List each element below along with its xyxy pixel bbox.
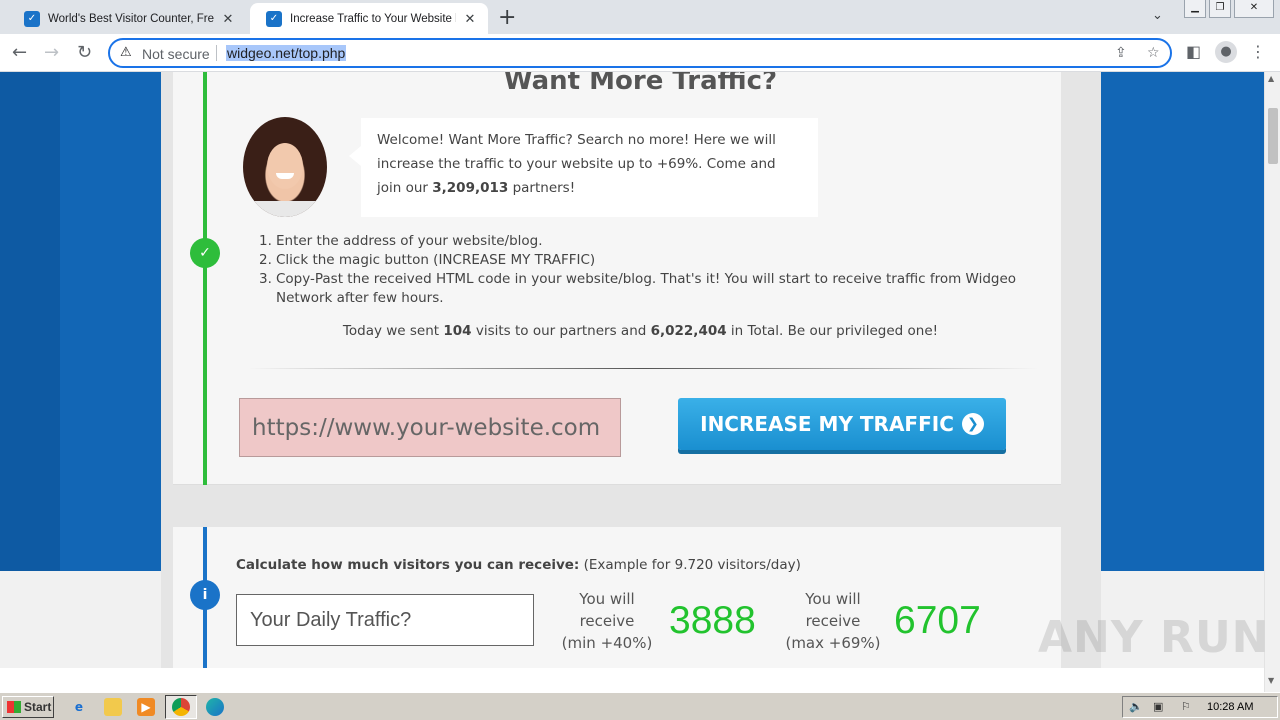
increase-traffic-label: INCREASE MY TRAFFIC bbox=[700, 412, 954, 436]
calculator-example: (Example for 9.720 visitors/day) bbox=[579, 557, 801, 573]
step-number: 3. bbox=[259, 271, 272, 287]
tab-search-chevron-icon[interactable]: ⌄ bbox=[1152, 8, 1163, 23]
page-bottom-strip bbox=[0, 668, 1264, 692]
calculator-heading: Calculate how much visitors you can rece… bbox=[236, 557, 580, 573]
back-arrow-icon[interactable]: ← bbox=[12, 42, 27, 63]
address-bar[interactable]: ⚠ Not secure widgeo.net/top.php ⇪ ☆ bbox=[108, 38, 1172, 68]
calculator-card: i Calculate how much visitors you can re… bbox=[173, 527, 1061, 668]
url-text[interactable]: widgeo.net/top.php bbox=[226, 45, 347, 61]
daily-traffic-input[interactable] bbox=[236, 594, 534, 646]
start-button[interactable]: Start bbox=[2, 696, 54, 718]
tab-title: Increase Traffic to Your Website by bbox=[290, 12, 456, 25]
list-item: 3. Copy-Past the received HTML code in y… bbox=[259, 270, 1029, 308]
info-icon: i bbox=[190, 580, 220, 610]
taskbar: Start e ▶ 🔈 ▣ ⚐ 10:28 AM bbox=[0, 692, 1280, 720]
new-tab-button[interactable]: + bbox=[498, 5, 516, 30]
not-secure-label[interactable]: Not secure bbox=[142, 46, 210, 62]
stats-middle: visits to our partners and bbox=[471, 323, 651, 339]
max-visitors-value: 6707 bbox=[894, 599, 981, 642]
scroll-down-icon[interactable]: ▼ bbox=[1268, 676, 1274, 685]
min-visitors-value: 3888 bbox=[669, 599, 756, 642]
max-label-line: receive bbox=[805, 612, 861, 630]
step-text: Copy-Past the received HTML code in your… bbox=[276, 271, 1017, 306]
stats-prefix: Today we sent bbox=[342, 323, 444, 339]
max-label-line: (max +69%) bbox=[785, 634, 881, 652]
page-viewport: ✓ Want More Traffic? Welcome! Want More … bbox=[0, 72, 1264, 668]
flag-icon[interactable]: ⚐ bbox=[1181, 700, 1191, 713]
min-label-line: receive bbox=[579, 612, 635, 630]
browser-toolbar: ← → ↻ ⚠ Not secure widgeo.net/top.php ⇪ … bbox=[0, 34, 1280, 72]
page-scrollbar[interactable]: ▲ ▼ bbox=[1264, 72, 1280, 692]
green-accent-bar bbox=[203, 72, 207, 485]
max-label-line: You will bbox=[805, 590, 861, 608]
step-number: 1. bbox=[259, 233, 272, 249]
increase-traffic-button[interactable]: INCREASE MY TRAFFIC ❯ bbox=[678, 398, 1006, 450]
tab-increase-traffic[interactable]: ✓ Increase Traffic to Your Website by ✕ bbox=[250, 3, 488, 34]
tab-close-icon[interactable]: ✕ bbox=[220, 11, 236, 27]
minimize-icon[interactable]: ▁ bbox=[1184, 0, 1206, 18]
page-title: Want More Traffic? bbox=[503, 72, 778, 96]
edge-icon[interactable] bbox=[206, 698, 224, 716]
step-number: 2. bbox=[259, 252, 272, 268]
tab-visitor-counter[interactable]: ✓ World's Best Visitor Counter, Free hi … bbox=[8, 3, 246, 34]
widgeo-favicon-icon: ✓ bbox=[24, 10, 40, 27]
tab-title: World's Best Visitor Counter, Free hi bbox=[48, 12, 214, 25]
list-item: 1. Enter the address of your website/blo… bbox=[259, 232, 1029, 251]
network-icon[interactable]: ▣ bbox=[1153, 700, 1163, 713]
clock[interactable]: 10:28 AM bbox=[1207, 701, 1253, 713]
side-panel-icon[interactable]: ◧ bbox=[1186, 42, 1201, 61]
step-text: Enter the address of your website/blog. bbox=[276, 233, 543, 249]
welcome-bubble: Welcome! Want More Traffic? Search no mo… bbox=[349, 118, 818, 217]
traffic-card: ✓ Want More Traffic? Welcome! Want More … bbox=[173, 72, 1061, 485]
volume-icon[interactable]: 🔈 bbox=[1129, 700, 1143, 713]
chrome-icon bbox=[172, 698, 190, 716]
widgeo-favicon-icon: ✓ bbox=[266, 10, 282, 27]
profile-avatar-icon[interactable]: ● bbox=[1215, 41, 1237, 63]
list-item: 2. Click the magic button (INCREASE MY T… bbox=[259, 251, 1029, 270]
visits-stats: Today we sent 104 visits to our partners… bbox=[173, 323, 1108, 339]
close-window-icon[interactable]: ✕ bbox=[1234, 0, 1274, 18]
steps-list: 1. Enter the address of your website/blo… bbox=[259, 232, 1029, 308]
tab-strip: ✓ World's Best Visitor Counter, Free hi … bbox=[0, 0, 1280, 34]
min-label-line: (min +40%) bbox=[561, 634, 653, 652]
partners-count: 3,209,013 bbox=[432, 180, 509, 196]
step-text: Click the magic button (INCREASE MY TRAF… bbox=[276, 252, 596, 268]
forward-arrow-icon[interactable]: → bbox=[44, 42, 59, 63]
total-visits: 6,022,404 bbox=[650, 323, 727, 339]
scrollbar-thumb[interactable] bbox=[1268, 108, 1278, 164]
system-tray: 🔈 ▣ ⚐ 10:28 AM bbox=[1122, 696, 1278, 718]
divider bbox=[248, 368, 1038, 369]
woman-avatar bbox=[243, 117, 327, 217]
media-player-icon[interactable]: ▶ bbox=[137, 698, 155, 716]
calculator-title: Calculate how much visitors you can rece… bbox=[236, 557, 801, 573]
separator bbox=[216, 45, 217, 61]
windows-logo-icon bbox=[7, 701, 21, 713]
folder-icon[interactable] bbox=[104, 698, 122, 716]
today-visits: 104 bbox=[443, 323, 472, 339]
bookmark-star-icon[interactable]: ☆ bbox=[1147, 45, 1160, 61]
tab-close-icon[interactable]: ✕ bbox=[462, 11, 478, 27]
stats-suffix: in Total. Be our privileged one! bbox=[726, 323, 939, 339]
welcome-suffix: partners! bbox=[508, 180, 576, 196]
max-receive-label: You will receive (max +69%) bbox=[783, 588, 883, 654]
chrome-taskbar-button[interactable] bbox=[165, 695, 197, 719]
warning-triangle-icon[interactable]: ⚠ bbox=[120, 45, 132, 60]
share-icon[interactable]: ⇪ bbox=[1115, 45, 1127, 61]
website-url-input[interactable] bbox=[239, 398, 621, 457]
start-label: Start bbox=[24, 700, 52, 714]
kebab-menu-icon[interactable]: ⋮ bbox=[1250, 42, 1266, 61]
chevron-right-icon: ❯ bbox=[961, 413, 984, 435]
min-label-line: You will bbox=[579, 590, 635, 608]
anyrun-watermark: ANY RUN bbox=[1038, 612, 1270, 663]
reload-icon[interactable]: ↻ bbox=[77, 42, 92, 63]
restore-icon[interactable]: ❐ bbox=[1209, 0, 1231, 18]
min-receive-label: You will receive (min +40%) bbox=[557, 588, 657, 654]
internet-explorer-icon[interactable]: e bbox=[70, 698, 88, 716]
checkmark-icon: ✓ bbox=[190, 238, 220, 268]
scroll-up-icon[interactable]: ▲ bbox=[1268, 74, 1274, 83]
